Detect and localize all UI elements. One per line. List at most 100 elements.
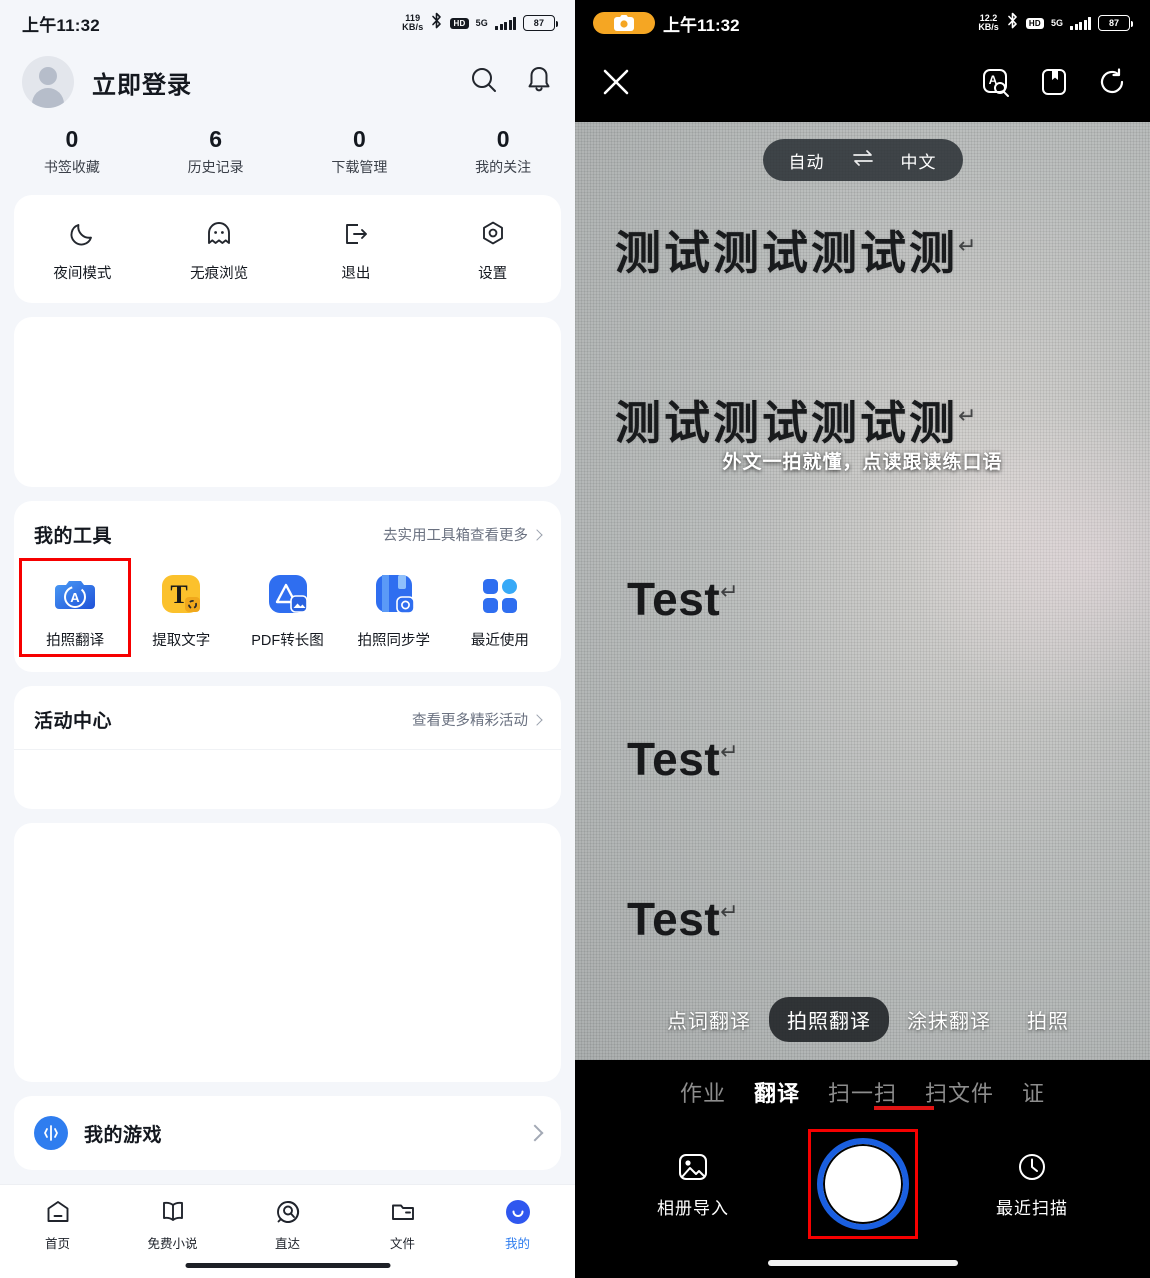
quick-action-label: 退出 (341, 266, 371, 282)
recent-scans-button[interactable]: 最近扫描 (972, 1149, 1092, 1219)
camera-viewfinder[interactable]: 自动 中文 测试测试测试测↵ 测试测试测试测↵ 外文一拍就懂，点读跟读练口语 T… (575, 122, 1150, 1060)
quick-action-label: 设置 (478, 266, 508, 282)
bell-icon[interactable] (525, 65, 553, 100)
network-speed: 119 KB/s (402, 13, 424, 32)
mode-photo[interactable]: 拍照 (1009, 997, 1087, 1042)
nav-item-home[interactable]: 首页 (0, 1197, 115, 1252)
tool-label: 拍照翻译 (46, 633, 105, 649)
tool-item-camera-translate[interactable]: A 拍照翻译 (18, 558, 132, 657)
tab-id-card[interactable]: 证 (1008, 1076, 1059, 1108)
nav-item-files[interactable]: 文件 (345, 1197, 460, 1252)
tool-item-extract-text[interactable]: T 提取文字 (128, 561, 234, 654)
nav-item-novels[interactable]: 免费小说 (115, 1197, 230, 1252)
status-bar-right: 上午11:32 12.2 KB/s HD 5G 87 (575, 0, 1150, 46)
quick-action-settings[interactable]: 设置 (424, 217, 561, 283)
shutter-inner[interactable] (816, 1138, 909, 1230)
tab-homework[interactable]: 作业 (666, 1076, 740, 1108)
profile-header: 立即登录 (0, 46, 575, 112)
tools-more-label: 去实用工具箱查看更多 (383, 528, 528, 544)
quick-action-night-mode[interactable]: 夜间模式 (14, 217, 151, 283)
camera-bottom-bar: 作业 翻译 扫一扫 扫文件 证 相册导入 最近扫描 (575, 1060, 1150, 1278)
stat-item-downloads[interactable]: 0 下载管理 (288, 126, 432, 177)
stat-value: 0 (352, 126, 366, 152)
mode-smear-translate[interactable]: 涂抹翻译 (889, 997, 1009, 1042)
source-language[interactable]: 自动 (789, 148, 825, 173)
bluetooth-icon (430, 12, 443, 34)
stat-item-following[interactable]: 0 我的关注 (431, 126, 575, 177)
tool-item-pdf-to-image[interactable]: PDF转长图 (234, 561, 340, 654)
translate-hint-text: 外文一拍就懂，点读跟读练口语 (722, 452, 1003, 473)
paragraph-mark: ↵ (958, 403, 980, 429)
refresh-rotate-icon[interactable] (1096, 66, 1128, 103)
clock-icon (972, 1149, 1092, 1185)
stat-item-bookmarks[interactable]: 0 书签收藏 (0, 126, 144, 177)
close-icon[interactable] (599, 65, 633, 104)
album-import-label: 相册导入 (657, 1199, 729, 1218)
recent-scans-label: 最近扫描 (996, 1199, 1068, 1218)
paragraph-mark: ↵ (720, 898, 740, 924)
tool-label: PDF转长图 (251, 633, 324, 649)
quick-action-label: 无痕浏览 (190, 266, 249, 282)
activity-section-title: 活动中心 (34, 711, 113, 732)
swap-arrows-icon[interactable] (851, 149, 875, 171)
stat-label: 历史记录 (187, 159, 244, 175)
tools-section-title: 我的工具 (34, 526, 113, 547)
tab-scan-file[interactable]: 扫文件 (911, 1076, 1008, 1108)
nav-item-direct[interactable]: 直达 (230, 1197, 345, 1252)
book-icon (115, 1197, 230, 1227)
captured-text-line-4: Test↵ (627, 733, 740, 785)
status-time: 上午11:32 (663, 15, 740, 35)
games-card[interactable]: 我的游戏 (14, 1096, 561, 1170)
activity-card: 活动中心 查看更多精彩活动 (14, 686, 561, 809)
network-type-label: 5G (475, 17, 488, 28)
tool-label: 最近使用 (470, 633, 529, 649)
stats-row: 0 书签收藏 6 历史记录 0 下载管理 0 我的关注 (0, 112, 575, 195)
bluetooth-icon (1006, 12, 1019, 34)
stat-value: 0 (65, 126, 79, 152)
login-button[interactable]: 立即登录 (92, 65, 192, 100)
stat-item-history[interactable]: 6 历史记录 (144, 126, 288, 177)
search-icon[interactable] (469, 65, 499, 100)
network-speed: 12.2 KB/s (978, 13, 999, 32)
home-indicator (767, 1260, 958, 1266)
profile-icon (460, 1197, 575, 1227)
stat-value: 0 (496, 126, 510, 152)
captured-text-line-3: Test↵ (627, 573, 740, 625)
activity-more-link[interactable]: 查看更多精彩活动 (412, 709, 543, 730)
shutter-button[interactable] (807, 1129, 918, 1239)
tab-translate[interactable]: 翻译 (740, 1076, 814, 1108)
captured-text-line-1: 测试测试测试测↵ (615, 226, 980, 280)
mode-photo-translate[interactable]: 拍照翻译 (769, 997, 889, 1042)
tab-scan[interactable]: 扫一扫 (814, 1076, 911, 1108)
recent-grid-icon (474, 567, 526, 619)
games-row[interactable]: 我的游戏 (14, 1096, 561, 1170)
chevron-right-icon (531, 528, 543, 541)
stat-label: 书签收藏 (43, 159, 100, 175)
ghost-icon (151, 217, 288, 251)
quick-action-label: 夜间模式 (53, 266, 112, 282)
activity-body-placeholder (14, 749, 561, 809)
avatar[interactable] (22, 56, 74, 108)
tool-item-photo-study[interactable]: 拍照同步学 (341, 561, 447, 654)
pdf-to-image-icon (262, 567, 314, 619)
tool-item-recent[interactable]: 最近使用 (447, 561, 553, 654)
text-search-icon[interactable]: A (980, 66, 1012, 103)
nav-label: 首页 (44, 1237, 70, 1251)
tools-card: 我的工具 去实用工具箱查看更多 A 拍照翻译 T 提取文字 PDF转长图 拍照同… (14, 501, 561, 672)
gear-icon (424, 217, 561, 251)
active-tab-indicator (874, 1106, 934, 1110)
tool-label: 拍照同步学 (357, 633, 430, 649)
nav-label: 直达 (274, 1237, 300, 1251)
target-language[interactable]: 中文 (901, 148, 937, 173)
mode-word-translate[interactable]: 点词翻译 (649, 997, 769, 1042)
paragraph-mark: ↵ (720, 738, 740, 764)
album-import-button[interactable]: 相册导入 (633, 1149, 753, 1219)
quick-action-incognito[interactable]: 无痕浏览 (151, 217, 288, 283)
quick-action-exit[interactable]: 退出 (288, 217, 425, 283)
nav-item-profile[interactable]: 我的 (460, 1197, 575, 1252)
tool-label: 提取文字 (152, 633, 211, 649)
language-selector[interactable]: 自动 中文 (762, 139, 963, 181)
dictionary-bookmark-icon[interactable] (1038, 66, 1070, 103)
tools-more-link[interactable]: 去实用工具箱查看更多 (383, 524, 543, 545)
function-tab-bar: 作业 翻译 扫一扫 扫文件 证 (575, 1060, 1150, 1110)
